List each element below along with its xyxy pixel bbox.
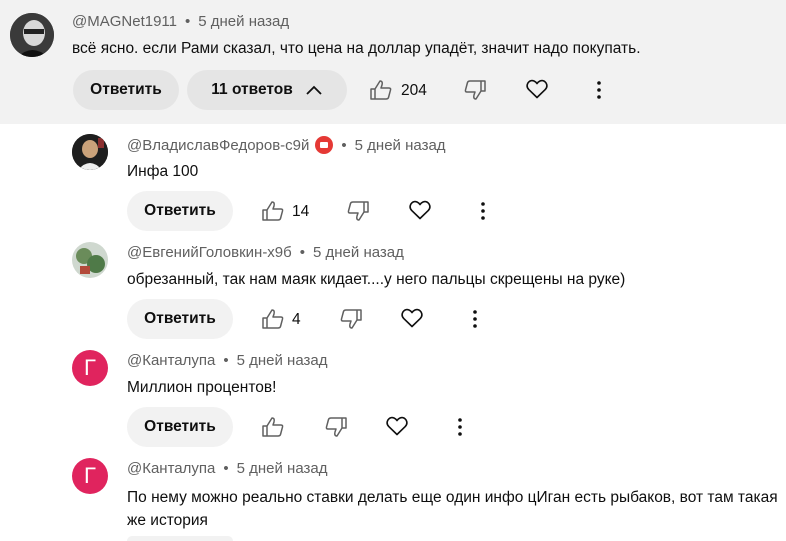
author-name[interactable]: @MAGNet1911	[72, 13, 177, 30]
comment-text: обрезанный, так нам маяк кидает....у нег…	[127, 271, 626, 288]
thumb-down-icon[interactable]	[340, 309, 362, 329]
comment-header: @MAGNet1911 • 5 дней назад	[72, 13, 289, 30]
separator: •	[223, 460, 229, 477]
avatar[interactable]	[72, 134, 108, 170]
more-vert-icon[interactable]	[480, 201, 486, 221]
timestamp[interactable]: 5 дней назад	[198, 13, 289, 30]
comment-text: всё ясно. если Рами сказал, что цена на …	[72, 40, 641, 57]
thumb-up-icon[interactable]	[262, 417, 284, 437]
like-count: 4	[292, 311, 301, 328]
heart-icon[interactable]	[386, 416, 408, 436]
separator: •	[341, 136, 347, 154]
more-vert-icon[interactable]	[472, 309, 478, 329]
author-name[interactable]: @ВладиславФедоров-с9й	[127, 137, 309, 154]
like-count: 204	[401, 82, 427, 99]
thumb-down-icon[interactable]	[325, 417, 347, 437]
timestamp[interactable]: 5 дней назад	[237, 352, 328, 369]
comment-header: @ВладиславФедоров-с9й • 5 дней назад	[127, 136, 446, 154]
comment-text: Инфа 100	[127, 163, 199, 180]
thumb-down-icon[interactable]	[464, 80, 486, 100]
main-comment: @MAGNet1911 • 5 дней назад всё ясно. есл…	[0, 0, 786, 124]
replies-toggle-button[interactable]: 11 ответов	[187, 70, 347, 110]
reply-button[interactable]: Ответить	[127, 299, 233, 339]
thumb-up-icon[interactable]	[262, 201, 284, 221]
more-vert-icon[interactable]	[457, 417, 463, 437]
avatar[interactable]	[72, 242, 108, 278]
replies-count-label: 11 ответов	[211, 81, 293, 98]
thumb-down-icon[interactable]	[347, 201, 369, 221]
timestamp[interactable]: 5 дней назад	[237, 460, 328, 477]
thumb-up-icon[interactable]	[370, 80, 392, 100]
avatar[interactable]	[10, 13, 54, 57]
author-name[interactable]: @Канталупа	[127, 352, 215, 369]
avatar[interactable]: Г	[72, 350, 108, 386]
more-vert-icon[interactable]	[596, 80, 602, 100]
timestamp[interactable]: 5 дней назад	[313, 244, 404, 261]
separator: •	[299, 244, 306, 261]
member-badge-icon	[315, 136, 334, 154]
thumb-up-icon[interactable]	[262, 309, 284, 329]
heart-icon[interactable]	[409, 200, 431, 220]
avatar[interactable]: Г	[72, 458, 108, 494]
comment-header: @ЕвгенийГоловкин-х9б • 5 дней назад	[127, 244, 404, 261]
heart-icon[interactable]	[401, 308, 423, 328]
separator: •	[185, 13, 191, 30]
reply-button[interactable]: Ответить	[127, 407, 233, 447]
reply-button[interactable]	[127, 536, 233, 541]
reply-button[interactable]: Ответить	[73, 70, 179, 110]
author-name[interactable]: @ЕвгенийГоловкин-х9б	[127, 244, 292, 261]
chevron-up-icon	[305, 84, 323, 96]
comment-header: @Канталупа • 5 дней назад	[127, 352, 328, 369]
timestamp[interactable]: 5 дней назад	[355, 137, 446, 154]
author-name[interactable]: @Канталупа	[127, 460, 215, 477]
comment-text: По нему можно реально ставки делать еще …	[127, 489, 778, 529]
reply-button[interactable]: Ответить	[127, 191, 233, 231]
heart-icon[interactable]	[526, 79, 548, 99]
comment-header: @Канталупа • 5 дней назад	[127, 460, 328, 477]
separator: •	[223, 352, 229, 369]
like-count: 14	[292, 203, 310, 220]
comment-text: Миллион процентов!	[127, 379, 277, 396]
